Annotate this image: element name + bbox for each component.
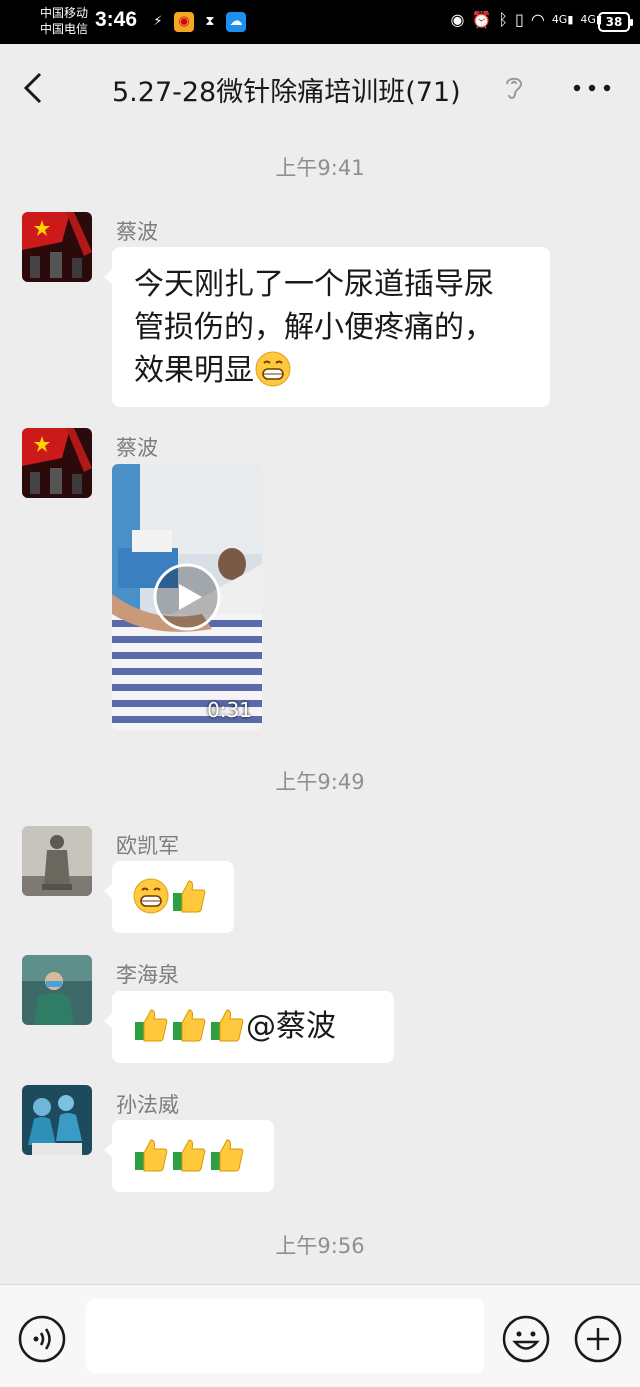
smiley-icon bbox=[502, 1315, 550, 1363]
network-label-1: 4G bbox=[551, 13, 568, 26]
status-time: 3:46 bbox=[95, 8, 138, 31]
mute-ear-icon bbox=[502, 74, 526, 102]
link-icon: ⚡ bbox=[153, 14, 163, 29]
grin-emoji-icon bbox=[255, 351, 291, 387]
thumbs-up-icon bbox=[135, 1009, 168, 1042]
grin-emoji-icon bbox=[133, 878, 169, 914]
avatar[interactable] bbox=[22, 1085, 92, 1155]
message-bubble[interactable]: 今天刚扎了一个尿道插导尿 管损伤的，解小便疼痛的， 效果明显 bbox=[104, 247, 550, 407]
message-bubble[interactable] bbox=[104, 1120, 274, 1192]
more-functions-button[interactable] bbox=[574, 1315, 622, 1363]
emoji-button[interactable] bbox=[502, 1315, 550, 1363]
status-bar: 中国移动 中国电信 3:46 ⚡ ◉ ⧗ ☁ ◉ ⏰ ᛒ ▯ ◠ 4G▮ 4G▮… bbox=[0, 0, 640, 44]
timestamp: 上午9:56 bbox=[275, 1234, 365, 1258]
play-icon[interactable] bbox=[152, 562, 222, 632]
input-bar bbox=[0, 1284, 640, 1387]
voice-button[interactable] bbox=[18, 1315, 66, 1363]
carrier-labels: 中国移动 中国电信 bbox=[40, 5, 88, 37]
sender-name: 欧凯军 bbox=[116, 834, 179, 858]
message-bubble[interactable] bbox=[104, 861, 234, 933]
avatar[interactable] bbox=[22, 212, 92, 282]
notification-icons: ⚡ ◉ ⧗ ☁ bbox=[148, 12, 246, 32]
network-label-2: 4G bbox=[580, 13, 596, 26]
avatar[interactable] bbox=[22, 826, 92, 896]
sender-name: 李海泉 bbox=[116, 963, 179, 987]
more-dots-icon bbox=[573, 84, 611, 92]
voice-icon bbox=[18, 1315, 66, 1363]
thumbs-up-icon bbox=[211, 1009, 244, 1042]
video-message[interactable]: 0:31 bbox=[112, 464, 262, 730]
bluetooth-icon: ᛒ bbox=[498, 10, 509, 29]
sender-name: 孙法威 bbox=[116, 1093, 179, 1117]
sender-name: 蔡波 bbox=[116, 436, 158, 460]
plus-icon bbox=[574, 1315, 622, 1363]
battery-indicator: 38 bbox=[598, 12, 633, 32]
message-input[interactable] bbox=[86, 1299, 484, 1373]
alarm-icon: ⏰ bbox=[471, 10, 492, 29]
weibo-icon: ◉ bbox=[174, 12, 194, 32]
back-button[interactable] bbox=[20, 68, 50, 108]
system-icons: ◉ ⏰ ᛒ ▯ ◠ 4G▮ 4G▮ bbox=[451, 10, 602, 29]
chat-title: 5.27-28微针除痛培训班(71) bbox=[112, 77, 461, 108]
avatar[interactable] bbox=[22, 428, 92, 498]
wifi-icon: ◠ bbox=[530, 10, 545, 29]
message-text-line-with-emoji: 效果明显 bbox=[134, 349, 528, 392]
message-text: 效果明显 bbox=[134, 353, 254, 388]
thumbs-up-icon bbox=[173, 880, 206, 913]
thumbs-up-icon bbox=[135, 1139, 168, 1172]
thumbs-up-icon bbox=[173, 1139, 206, 1172]
message-text-line: 管损伤的，解小便疼痛的， bbox=[134, 310, 494, 345]
message-text-line: 今天刚扎了一个尿道插导尿 bbox=[134, 267, 494, 302]
video-duration: 0:31 bbox=[207, 698, 252, 722]
mention-text[interactable]: @蔡波 bbox=[246, 1009, 336, 1044]
thumbs-up-icon bbox=[211, 1139, 244, 1172]
vibrate-icon: ▯ bbox=[515, 10, 524, 29]
carrier-2: 中国电信 bbox=[40, 22, 89, 36]
signal-icon-1: 4G▮ bbox=[551, 13, 574, 26]
eye-icon: ◉ bbox=[450, 10, 465, 29]
avatar[interactable] bbox=[22, 955, 92, 1025]
timestamp: 上午9:49 bbox=[275, 770, 365, 794]
app-icon: ☁ bbox=[226, 12, 246, 32]
thumbs-up-icon bbox=[173, 1009, 206, 1042]
hourglass-icon: ⧗ bbox=[205, 14, 215, 29]
sender-name: 蔡波 bbox=[116, 220, 158, 244]
message-bubble[interactable]: @蔡波 bbox=[104, 991, 394, 1063]
carrier-1: 中国移动 bbox=[40, 6, 89, 20]
timestamp: 上午9:41 bbox=[275, 156, 365, 180]
more-button[interactable] bbox=[572, 74, 612, 102]
chat-header: 5.27-28微针除痛培训班(71) bbox=[0, 44, 640, 132]
chevron-left-icon bbox=[23, 72, 42, 104]
